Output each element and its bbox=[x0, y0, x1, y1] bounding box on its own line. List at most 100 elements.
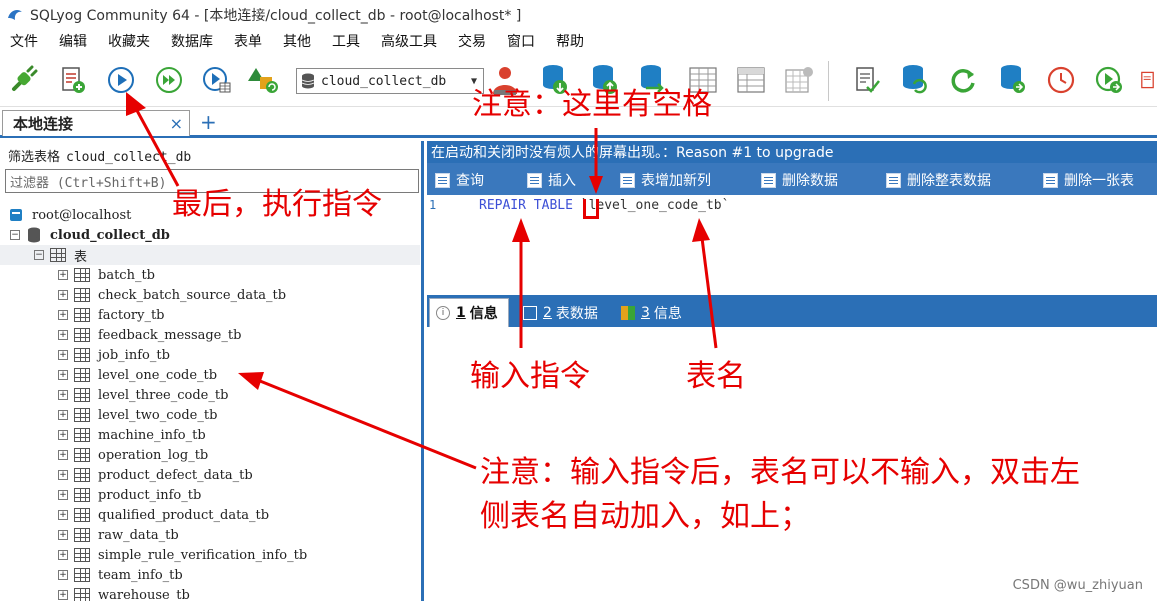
table-icon bbox=[74, 548, 90, 562]
execute-query-button[interactable] bbox=[104, 63, 138, 97]
delete-data-button[interactable]: 删除数据 bbox=[761, 170, 838, 190]
collapse-icon[interactable]: − bbox=[34, 250, 44, 260]
tree-table-item[interactable]: + qualified_product_data_tb bbox=[0, 505, 420, 525]
connection-tab-label: 本地连接 bbox=[13, 115, 74, 133]
menu-edit[interactable]: 编辑 bbox=[59, 31, 87, 51]
fast-forward-icon bbox=[156, 67, 182, 93]
scheduler-button[interactable] bbox=[1044, 63, 1078, 97]
menu-favorites[interactable]: 收藏夹 bbox=[108, 31, 150, 51]
tree-tables-folder[interactable]: − 表 bbox=[0, 245, 420, 265]
refresh-database-button[interactable] bbox=[898, 63, 932, 97]
expand-icon[interactable]: + bbox=[58, 370, 68, 380]
database-select[interactable]: cloud_collect_db ▼ bbox=[296, 68, 484, 94]
query-icon bbox=[435, 172, 450, 188]
expand-icon[interactable]: + bbox=[58, 510, 68, 520]
expand-icon[interactable]: + bbox=[58, 390, 68, 400]
watermark: CSDN @wu_zhiyuan bbox=[1012, 578, 1143, 593]
run-scheduled-button[interactable] bbox=[1092, 63, 1126, 97]
truncate-table-button[interactable]: 删除整表数据 bbox=[886, 170, 991, 190]
expand-icon[interactable]: + bbox=[58, 490, 68, 500]
connection-tab[interactable]: 本地连接 × bbox=[2, 110, 190, 136]
sql-editor[interactable]: 1 REPAIR TABLE `level_one_code_tb` bbox=[427, 195, 1157, 295]
tree-table-item[interactable]: + feedback_message_tb bbox=[0, 325, 420, 345]
tree-table-item[interactable]: + factory_tb bbox=[0, 305, 420, 325]
tree-table-item[interactable]: + raw_data_tb bbox=[0, 525, 420, 545]
annotation-space-note: 注意：这里有空格 bbox=[472, 87, 712, 122]
sync-database-button[interactable] bbox=[996, 63, 1030, 97]
tree-table-item[interactable]: + level_one_code_tb bbox=[0, 365, 420, 385]
tree-table-label: feedback_message_tb bbox=[98, 327, 242, 343]
menu-table[interactable]: 表单 bbox=[234, 31, 262, 51]
tree-table-item[interactable]: + level_two_code_tb bbox=[0, 405, 420, 425]
insert-button[interactable]: 插入 bbox=[527, 170, 576, 190]
expand-icon[interactable]: + bbox=[58, 290, 68, 300]
tree-table-label: team_info_tb bbox=[98, 567, 183, 583]
menu-file[interactable]: 文件 bbox=[10, 31, 38, 51]
new-connection-button[interactable] bbox=[6, 63, 40, 97]
tab-info[interactable]: 3 信息 bbox=[615, 298, 692, 327]
report-button[interactable] bbox=[1138, 63, 1157, 97]
menu-tools[interactable]: 工具 bbox=[332, 31, 360, 51]
document-check-icon bbox=[856, 67, 880, 93]
expand-icon[interactable]: + bbox=[58, 470, 68, 480]
expand-icon[interactable]: + bbox=[58, 330, 68, 340]
expand-icon[interactable]: + bbox=[58, 350, 68, 360]
tree-table-item[interactable]: + warehouse_tb bbox=[0, 585, 420, 601]
tab-table-data[interactable]: 2 表数据 bbox=[517, 298, 608, 327]
expand-icon[interactable]: + bbox=[58, 310, 68, 320]
menu-other[interactable]: 其他 bbox=[283, 31, 311, 51]
tree-table-label: check_batch_source_data_tb bbox=[98, 287, 287, 303]
table-data-button[interactable] bbox=[734, 63, 768, 97]
add-column-button[interactable]: 表增加新列 bbox=[620, 170, 711, 190]
insert-icon bbox=[527, 172, 542, 188]
filter-label-text: 筛选表格 bbox=[8, 150, 61, 165]
tree-table-label: warehouse_tb bbox=[98, 587, 190, 601]
tree-database-label: cloud_collect_db bbox=[50, 227, 170, 243]
expand-icon[interactable]: + bbox=[58, 550, 68, 560]
tree-table-item[interactable]: + level_three_code_tb bbox=[0, 385, 420, 405]
close-icon[interactable]: × bbox=[170, 114, 183, 133]
tree-table-item[interactable]: + batch_tb bbox=[0, 265, 420, 285]
upgrade-banner[interactable]: 在启动和关闭时没有烦人的屏幕出现。：Reason #1 to upgrade bbox=[427, 141, 1157, 163]
schema-sync-button[interactable] bbox=[782, 63, 816, 97]
tree-table-label: level_one_code_tb bbox=[98, 367, 218, 383]
tree-table-item[interactable]: + job_info_tb bbox=[0, 345, 420, 365]
tree-table-item[interactable]: + product_defect_data_tb bbox=[0, 465, 420, 485]
tree-table-item[interactable]: + simple_rule_verification_info_tb bbox=[0, 545, 420, 565]
insert-button-label: 插入 bbox=[548, 173, 576, 189]
tree-table-item[interactable]: + operation_log_tb bbox=[0, 445, 420, 465]
tab-messages[interactable]: i 1 信息 bbox=[429, 298, 509, 327]
expand-icon[interactable]: + bbox=[58, 530, 68, 540]
new-query-button[interactable] bbox=[56, 63, 90, 97]
query-button[interactable]: 查询 bbox=[435, 170, 484, 190]
play-arrow-circle-icon bbox=[1095, 66, 1122, 93]
execute-edit-button[interactable] bbox=[200, 63, 234, 97]
drop-table-button[interactable]: 删除一张表 bbox=[1043, 170, 1134, 190]
expand-icon[interactable]: + bbox=[58, 430, 68, 440]
menu-advanced-tools[interactable]: 高级工具 bbox=[381, 31, 437, 51]
execute-all-button[interactable] bbox=[152, 63, 186, 97]
refresh-button[interactable] bbox=[946, 63, 980, 97]
expand-icon[interactable]: + bbox=[58, 570, 68, 580]
tree-table-item[interactable]: + check_batch_source_data_tb bbox=[0, 285, 420, 305]
expand-icon[interactable]: + bbox=[58, 590, 68, 600]
tree-table-item[interactable]: + team_info_tb bbox=[0, 565, 420, 585]
tree-database[interactable]: − cloud_collect_db bbox=[0, 225, 420, 245]
schema-designer-button[interactable] bbox=[246, 63, 280, 97]
tree-table-item[interactable]: + machine_info_tb bbox=[0, 425, 420, 445]
menu-window[interactable]: 窗口 bbox=[507, 31, 535, 51]
menu-transaction[interactable]: 交易 bbox=[458, 31, 486, 51]
collapse-icon[interactable]: − bbox=[10, 230, 20, 240]
menu-help[interactable]: 帮助 bbox=[556, 31, 584, 51]
expand-icon[interactable]: + bbox=[58, 410, 68, 420]
table-folder-icon bbox=[50, 248, 66, 262]
tree-table-item[interactable]: + product_info_tb bbox=[0, 485, 420, 505]
menu-database[interactable]: 数据库 bbox=[171, 31, 213, 51]
expand-icon[interactable]: + bbox=[58, 270, 68, 280]
object-tree: root@localhost − cloud_collect_db − 表 + b… bbox=[0, 205, 420, 601]
add-tab-icon[interactable]: + bbox=[200, 110, 217, 134]
info-blocks-icon bbox=[621, 305, 635, 320]
query-builder-button[interactable] bbox=[850, 63, 884, 97]
refresh-icon bbox=[951, 69, 975, 93]
expand-icon[interactable]: + bbox=[58, 450, 68, 460]
